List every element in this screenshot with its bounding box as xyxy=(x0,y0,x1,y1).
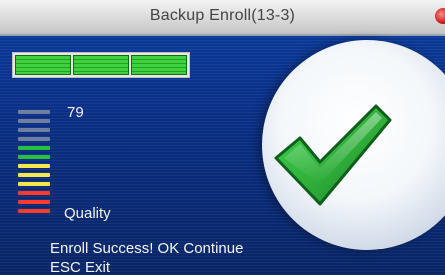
quality-bar xyxy=(18,182,50,186)
close-icon[interactable] xyxy=(435,8,445,24)
checkmark-icon xyxy=(274,104,392,206)
enroll-screen: Backup Enroll(13-3) 79 Quality Enroll Su… xyxy=(0,0,445,275)
quality-bar-meter xyxy=(18,110,50,218)
quality-bar xyxy=(18,137,50,141)
quality-bar xyxy=(18,128,50,132)
quality-bar xyxy=(18,191,50,195)
quality-bar xyxy=(18,155,50,159)
quality-bar xyxy=(18,110,50,114)
quality-bar xyxy=(18,146,50,150)
exit-hint: ESC Exit xyxy=(50,259,111,275)
status-message: Enroll Success! OK Continue xyxy=(50,240,244,257)
quality-bar xyxy=(18,164,50,168)
progress-segment xyxy=(15,55,71,75)
quality-bar xyxy=(18,119,50,123)
quality-bar xyxy=(18,173,50,177)
quality-bar xyxy=(18,200,50,204)
enroll-progress xyxy=(12,52,190,78)
quality-score: 79 xyxy=(67,104,84,121)
progress-segment xyxy=(73,55,129,75)
quality-label: Quality xyxy=(64,205,111,222)
window-title: Backup Enroll(13-3) xyxy=(149,7,296,24)
quality-bar xyxy=(18,209,50,213)
progress-segment xyxy=(131,55,187,75)
title-bar: Backup Enroll(13-3) xyxy=(0,0,445,36)
